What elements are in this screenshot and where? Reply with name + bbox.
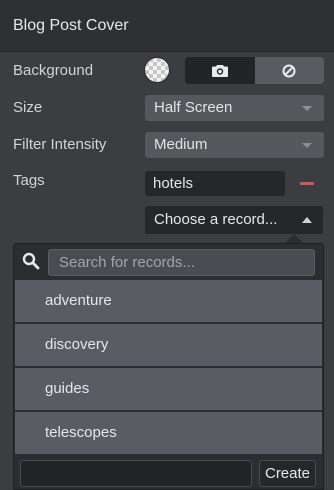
- create-button[interactable]: Create: [259, 460, 316, 487]
- chevron-down-icon: [302, 143, 312, 148]
- size-select[interactable]: Half Screen: [145, 95, 324, 121]
- filter-intensity-value: Medium: [154, 136, 208, 153]
- new-record-input[interactable]: [20, 460, 252, 487]
- record-picker[interactable]: Choose a record...: [145, 206, 323, 234]
- background-image-button[interactable]: [185, 57, 255, 84]
- background-label: Background: [13, 62, 94, 79]
- panel-header: Blog Post Cover: [0, 0, 334, 52]
- camera-icon: [211, 65, 228, 77]
- list-item[interactable]: guides: [15, 368, 322, 410]
- list-item[interactable]: adventure: [15, 280, 322, 322]
- filter-intensity-select[interactable]: Medium: [145, 132, 324, 158]
- size-select-value: Half Screen: [154, 99, 233, 116]
- record-search-placeholder: Search for records...: [59, 254, 195, 271]
- panel-title: Blog Post Cover: [13, 17, 129, 34]
- ban-icon: [282, 64, 296, 77]
- record-picker-placeholder: Choose a record...: [154, 211, 278, 228]
- record-list: adventure discovery guides telescopes: [15, 280, 322, 456]
- search-icon: [22, 252, 40, 270]
- remove-tag-button[interactable]: [298, 174, 316, 192]
- chevron-up-icon: [302, 217, 312, 223]
- tag-value-field[interactable]: hotels: [145, 171, 285, 196]
- no-background-button[interactable]: [254, 57, 324, 84]
- background-type-toggle: [185, 57, 324, 84]
- background-color-swatch[interactable]: [145, 58, 169, 82]
- list-item[interactable]: discovery: [15, 324, 322, 366]
- minus-icon: [300, 181, 314, 185]
- size-label: Size: [13, 99, 43, 116]
- filter-intensity-label: Filter Intensity: [13, 136, 107, 153]
- create-record-footer: Create: [14, 455, 323, 489]
- tag-value: hotels: [153, 175, 194, 192]
- list-item[interactable]: telescopes: [15, 412, 322, 454]
- record-dropdown: Search for records... adventure discover…: [13, 243, 324, 490]
- tags-label: Tags: [13, 172, 45, 189]
- chevron-down-icon: [302, 106, 312, 111]
- record-search-input[interactable]: Search for records...: [48, 249, 315, 276]
